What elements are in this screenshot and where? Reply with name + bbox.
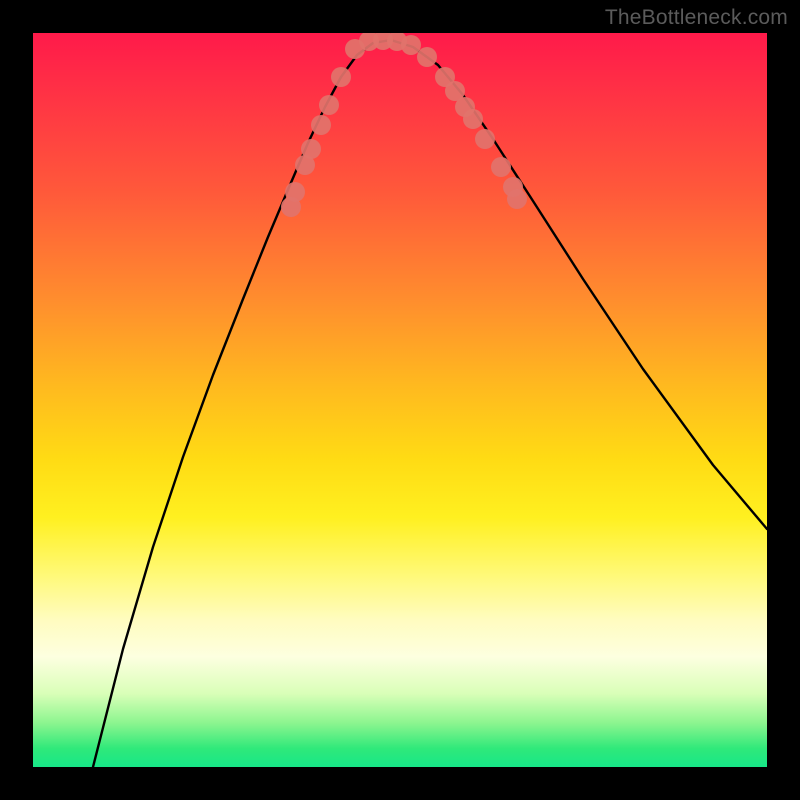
curve-svg <box>33 33 767 767</box>
sample-point <box>401 35 421 55</box>
sample-point <box>319 95 339 115</box>
sample-point <box>285 182 305 202</box>
plot-area <box>33 33 767 767</box>
sample-point <box>491 157 511 177</box>
sample-point <box>331 67 351 87</box>
sample-point <box>417 47 437 67</box>
watermark-text: TheBottleneck.com <box>605 6 788 30</box>
sample-point <box>463 109 483 129</box>
sample-points-group <box>281 33 527 217</box>
sample-point <box>311 115 331 135</box>
chart-container: TheBottleneck.com <box>0 0 800 800</box>
bottleneck-curve-path <box>93 40 767 767</box>
sample-point <box>507 189 527 209</box>
sample-point <box>475 129 495 149</box>
sample-point <box>301 139 321 159</box>
